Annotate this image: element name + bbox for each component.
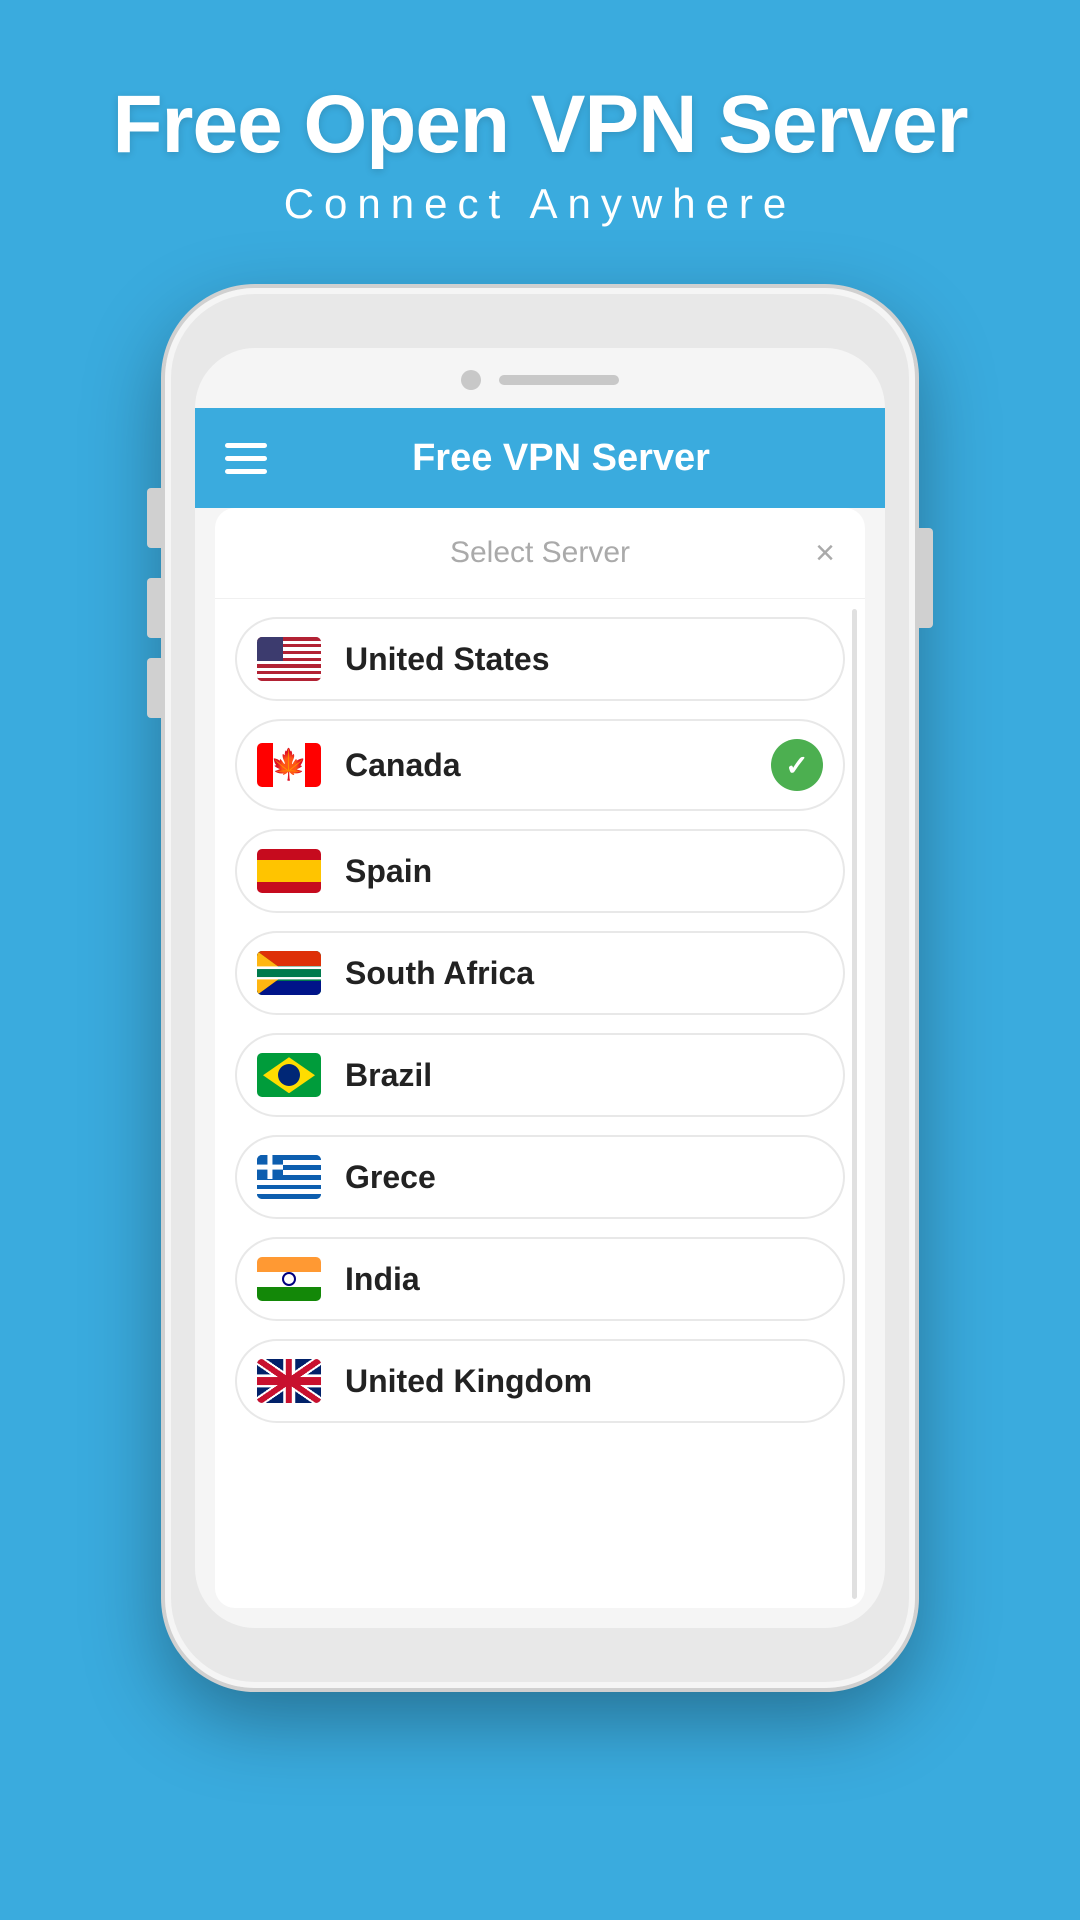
- phone-screen: Free VPN Server Select Server ×: [195, 348, 885, 1628]
- server-item-gb[interactable]: United Kingdom: [235, 1339, 845, 1423]
- flag-gb: [257, 1359, 321, 1403]
- navbar-title: Free VPN Server: [267, 437, 855, 480]
- app-navbar: Free VPN Server: [195, 408, 885, 508]
- server-item-es[interactable]: Spain: [235, 829, 845, 913]
- hamburger-menu-button[interactable]: [225, 443, 267, 474]
- close-button[interactable]: ×: [815, 536, 835, 570]
- server-panel: Select Server ×: [215, 508, 865, 1608]
- server-name-gb: United Kingdom: [345, 1363, 823, 1400]
- flag-us: [257, 637, 321, 681]
- flag-br: [257, 1053, 321, 1097]
- server-name-za: South Africa: [345, 955, 823, 992]
- server-item-us[interactable]: United States: [235, 617, 845, 701]
- earpiece-bar: [499, 375, 619, 385]
- server-name-br: Brazil: [345, 1057, 823, 1094]
- server-name-in: India: [345, 1261, 823, 1298]
- server-item-gr[interactable]: Grece: [235, 1135, 845, 1219]
- header: Free Open VPN Server Connect Anywhere: [112, 80, 967, 228]
- server-list-wrapper: United States 🍁 Canada ✓: [215, 599, 865, 1608]
- earpiece-dot: [461, 370, 481, 390]
- server-name-gr: Grece: [345, 1159, 823, 1196]
- flag-in: [257, 1257, 321, 1301]
- flag-es: [257, 849, 321, 893]
- selected-checkmark: ✓: [771, 739, 823, 791]
- server-item-ca[interactable]: 🍁 Canada ✓: [235, 719, 845, 811]
- flag-gr: [257, 1155, 321, 1199]
- server-item-za[interactable]: South Africa: [235, 931, 845, 1015]
- app-subtitle: Connect Anywhere: [112, 180, 967, 228]
- earpiece: [461, 370, 619, 390]
- panel-title: Select Server: [450, 536, 630, 570]
- scrollbar[interactable]: [852, 609, 857, 1599]
- server-name-ca: Canada: [345, 747, 771, 784]
- server-name-es: Spain: [345, 853, 823, 890]
- server-list: United States 🍁 Canada ✓: [215, 599, 865, 1608]
- flag-za: [257, 951, 321, 995]
- panel-header: Select Server ×: [215, 508, 865, 599]
- flag-ca: 🍁: [257, 743, 321, 787]
- server-name-us: United States: [345, 641, 823, 678]
- server-item-br[interactable]: Brazil: [235, 1033, 845, 1117]
- app-title: Free Open VPN Server: [112, 80, 967, 170]
- server-item-in[interactable]: India: [235, 1237, 845, 1321]
- phone-wrapper: Free VPN Server Select Server ×: [165, 288, 915, 1688]
